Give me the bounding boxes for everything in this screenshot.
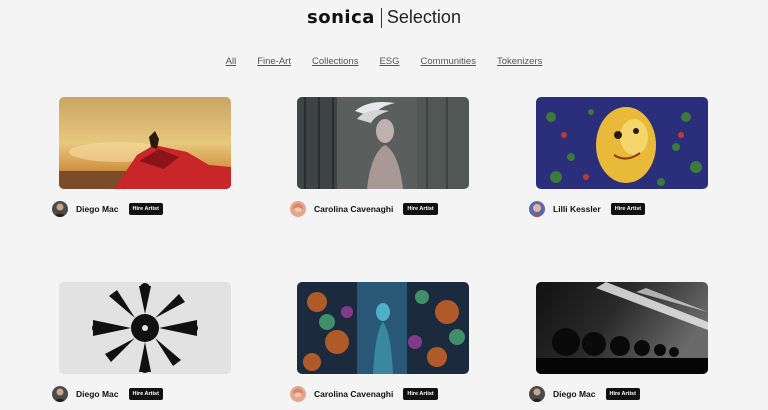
artist-row: Carolina Cavenaghi Hire Artist: [290, 386, 438, 402]
page-title: Selection: [386, 7, 461, 27]
artist-avatar[interactable]: [52, 386, 68, 402]
artist-row: Lilli Kessler Hire Artist: [529, 201, 646, 217]
hire-artist-button[interactable]: Hire Artist: [128, 388, 163, 400]
artwork-image-dark-tunnel: [536, 282, 708, 374]
artwork-card: [59, 97, 231, 189]
artist-avatar[interactable]: [290, 201, 306, 217]
artwork-image-red-dress: [59, 97, 231, 189]
category-nav: All Fine-Art Collections ESG Communities…: [0, 56, 768, 67]
artist-name[interactable]: Carolina Cavenaghi: [314, 204, 393, 214]
artwork-card: [297, 282, 469, 374]
brand-divider: [380, 7, 382, 28]
hire-artist-button[interactable]: Hire Artist: [403, 388, 438, 400]
artist-name[interactable]: Diego Mac: [76, 389, 119, 399]
artist-name[interactable]: Carolina Cavenaghi: [314, 389, 393, 399]
artwork-thumbnail[interactable]: [59, 97, 231, 189]
artwork-image-psychedelic-face: [536, 97, 708, 189]
nav-item-esg[interactable]: ESG: [379, 56, 399, 67]
artist-name[interactable]: Lilli Kessler: [553, 204, 601, 214]
nav-item-collections[interactable]: Collections: [312, 56, 358, 67]
artist-avatar[interactable]: [529, 386, 545, 402]
artwork-thumbnail[interactable]: [536, 282, 708, 374]
nav-item-communities[interactable]: Communities: [421, 56, 476, 67]
artwork-card: [536, 97, 708, 189]
nav-item-tokenizers[interactable]: Tokenizers: [497, 56, 542, 67]
artist-avatar[interactable]: [52, 201, 68, 217]
artist-row: Diego Mac Hire Artist: [52, 201, 163, 217]
hire-artist-button[interactable]: Hire Artist: [128, 203, 163, 215]
artwork-card: [536, 282, 708, 374]
artwork-thumbnail[interactable]: [297, 282, 469, 374]
artwork-image-neon-forest: [297, 282, 469, 374]
brand-logo[interactable]: sonica: [307, 7, 381, 28]
artist-row: Carolina Cavenaghi Hire Artist: [290, 201, 438, 217]
artist-row: Diego Mac Hire Artist: [52, 386, 163, 402]
artwork-image-feathered-figure: [297, 97, 469, 189]
artist-avatar[interactable]: [290, 386, 306, 402]
artist-name[interactable]: Diego Mac: [553, 389, 596, 399]
hire-artist-button[interactable]: Hire Artist: [403, 203, 438, 215]
artwork-thumbnail[interactable]: [59, 282, 231, 374]
brand-header: sonica Selection: [0, 7, 768, 28]
artist-row: Diego Mac Hire Artist: [529, 386, 640, 402]
hire-artist-button[interactable]: Hire Artist: [610, 203, 646, 215]
artwork-thumbnail[interactable]: [297, 97, 469, 189]
artist-avatar[interactable]: [529, 201, 545, 217]
artwork-image-black-starburst: [59, 282, 231, 374]
artwork-card: [59, 282, 231, 374]
hire-artist-button[interactable]: Hire Artist: [605, 388, 640, 400]
nav-item-fine-art[interactable]: Fine-Art: [257, 56, 291, 67]
artwork-thumbnail[interactable]: [536, 97, 708, 189]
page: sonica Selection All Fine-Art Collection…: [0, 0, 768, 410]
artist-name[interactable]: Diego Mac: [76, 204, 119, 214]
nav-item-all[interactable]: All: [226, 56, 237, 67]
artwork-card: [297, 97, 469, 189]
